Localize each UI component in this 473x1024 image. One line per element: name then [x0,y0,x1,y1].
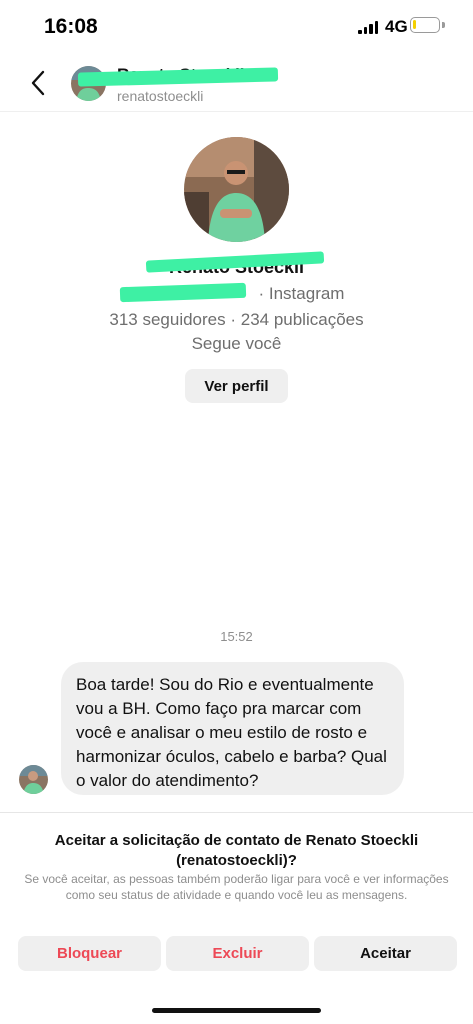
message-timestamp: 15:52 [220,629,253,644]
request-title: Aceitar a solicitação de contato de Rena… [54,832,419,869]
chat-header: Renato Stoeckli renatostoeckli [0,58,473,112]
status-time: 16:08 [44,15,98,38]
battery-icon [410,17,440,33]
battery-cap [442,22,445,28]
header-username: renatostoeckli [117,88,204,104]
view-profile-button[interactable]: Ver perfil [185,369,288,403]
home-indicator[interactable] [152,1008,321,1013]
delete-button[interactable]: Excluir [166,936,309,971]
message-bubble[interactable]: Boa tarde! Sou do Rio e eventualmente vo… [61,662,404,795]
chevron-left-icon[interactable] [26,68,52,98]
accept-button[interactable]: Aceitar [314,936,457,971]
redaction-mark [77,67,279,87]
profile-avatar[interactable] [184,137,289,242]
signal-icon [358,21,378,34]
request-description: Se você aceitar, as pessoas também poder… [24,872,449,902]
message-request-panel: Aceitar a solicitação de contato de Rena… [0,812,473,1024]
profile-stats: 313 seguidores · 234 publicações [109,310,364,329]
message-avatar[interactable] [19,765,48,794]
network-type: 4G [385,17,408,36]
status-bar: 16:08 4G [0,0,473,54]
follows-you-label: Segue você [191,334,282,353]
battery-level [413,20,416,29]
block-button[interactable]: Bloquear [18,936,161,971]
